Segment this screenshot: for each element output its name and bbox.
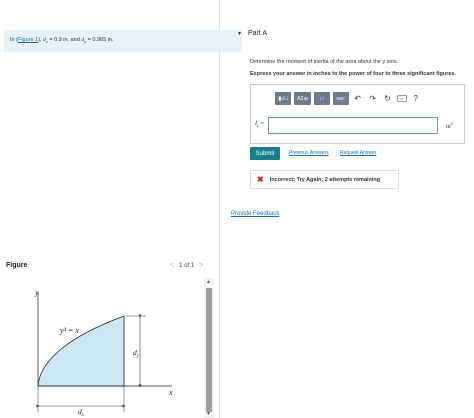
figure-title: Figure	[6, 262, 28, 269]
math-toolbar: ▮√□ ΑΣφ ↓↑ vec ↶ ↷ ↻ ▭ ?	[275, 92, 422, 105]
feedback-message-box: ✖ Incorrect; Try Again; 2 attempts remai…	[250, 170, 399, 189]
dy-value: = 0.965 in.	[86, 37, 114, 43]
part-label: Part A	[247, 30, 268, 37]
figure-pager: < 1 of 1 >	[170, 262, 203, 269]
answer-variable-label: Iy =	[255, 121, 265, 129]
submit-button[interactable]: Submit	[250, 147, 280, 160]
scroll-down-icon[interactable]: ▼	[206, 411, 211, 417]
redo-icon[interactable]: ↷	[367, 94, 379, 103]
greek-button[interactable]: ΑΣφ	[294, 92, 311, 105]
dy-dimension-label: dy	[133, 348, 140, 359]
curve-equation: y³ = x	[59, 326, 79, 335]
problem-prefix: In (	[10, 37, 18, 43]
reset-icon[interactable]: ↻	[382, 94, 394, 103]
figure-scrollbar[interactable]: ▲ ▼	[204, 278, 214, 418]
undo-icon[interactable]: ↶	[352, 94, 364, 103]
chevron-left-icon[interactable]: <	[170, 262, 174, 269]
arrows-button[interactable]: ↓↑	[313, 92, 330, 105]
help-icon[interactable]: ?	[410, 94, 422, 103]
dx-dimension-label: dx	[78, 407, 85, 418]
chevron-right-icon[interactable]: >	[199, 262, 203, 269]
figure-area: y x y³ = x dy dx	[0, 278, 218, 418]
request-answer-link[interactable]: Request Answer	[340, 150, 376, 156]
x-axis-label: x	[168, 388, 173, 397]
error-x-icon: ✖	[257, 175, 264, 184]
feedback-message: Incorrect; Try Again; 2 attempts remaini…	[269, 176, 381, 183]
part-header[interactable]: ▼ Part A	[237, 30, 267, 37]
problem-statement: In (Figure 1), dx = 0.9 in. and dy = 0.9…	[10, 37, 113, 44]
instruction-text: Express your answer in inches to the pow…	[250, 71, 456, 77]
pager-text: 1 of 1	[179, 262, 195, 269]
scrollbar-thumb[interactable]	[206, 288, 212, 412]
figure-link[interactable]: Figure 1	[18, 37, 38, 43]
answer-input[interactable]	[268, 117, 438, 134]
templates-button[interactable]: ▮√□	[275, 92, 291, 105]
question-text: Determine the moment of inertia of the a…	[250, 59, 398, 65]
dx-value: = 0.9 in. and	[47, 37, 82, 43]
answer-unit: in4	[446, 121, 453, 130]
previous-answers-link[interactable]: Previous Answers	[289, 150, 329, 156]
vec-button[interactable]: vec	[332, 92, 349, 105]
collapse-triangle-icon[interactable]: ▼	[237, 31, 242, 37]
y-axis-label: y	[34, 288, 39, 297]
pane-divider[interactable]	[219, 0, 220, 418]
scroll-up-icon[interactable]: ▲	[206, 279, 211, 285]
keyboard-icon[interactable]: ▭	[396, 95, 407, 102]
shaded-region	[37, 315, 125, 387]
figure-diagram: y x y³ = x dy dx	[34, 288, 173, 418]
provide-feedback-link[interactable]: Provide Feedback	[231, 211, 279, 217]
